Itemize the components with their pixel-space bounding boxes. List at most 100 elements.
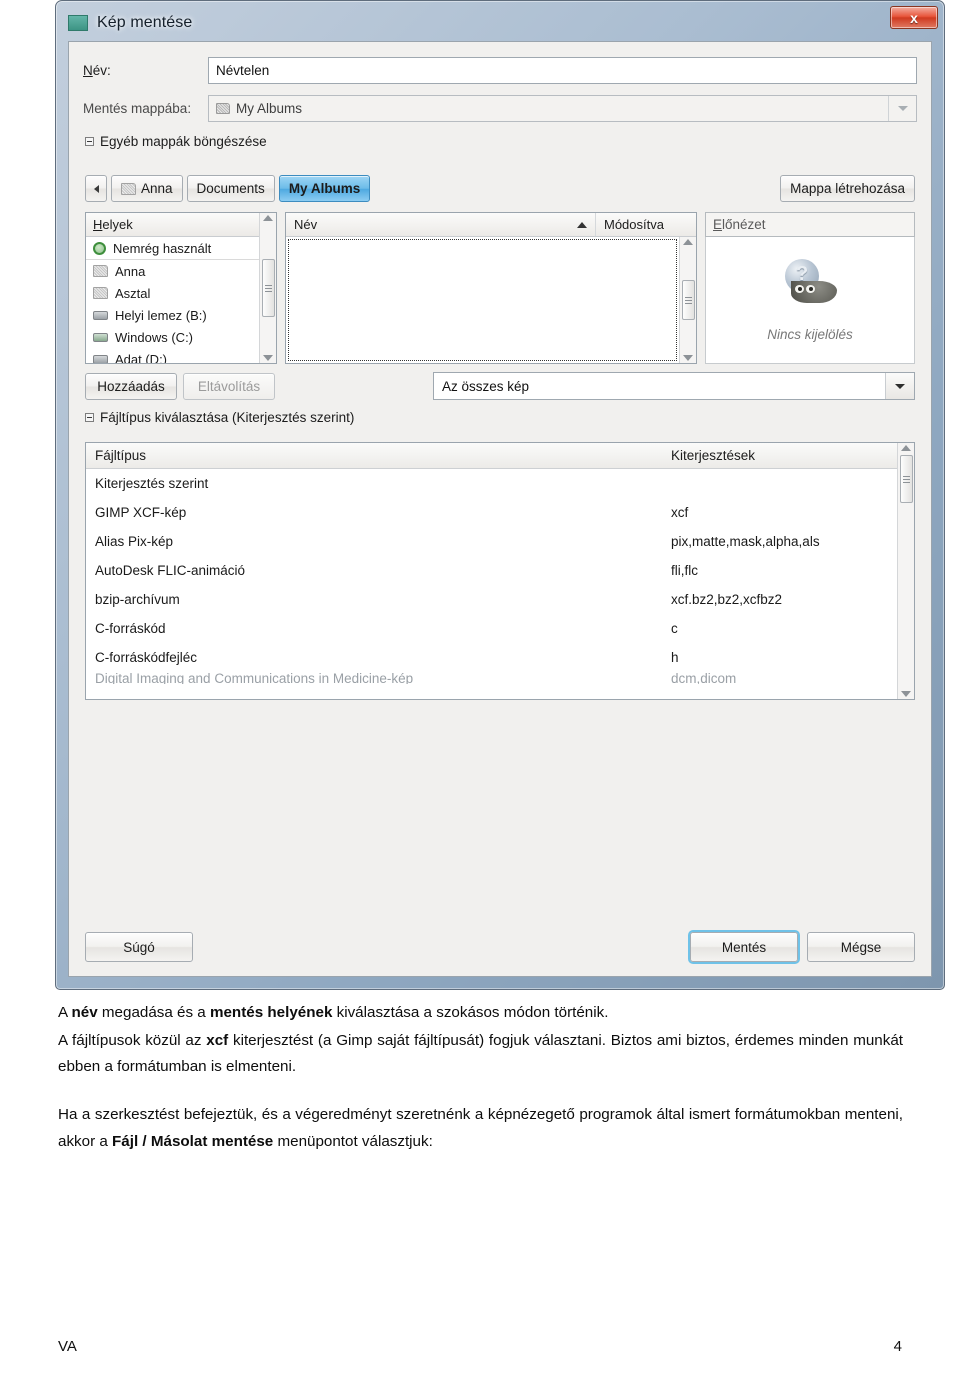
- place-item-adat-d[interactable]: Adat (D:): [86, 348, 259, 363]
- file-list-header: Név Módosítva: [286, 213, 696, 237]
- wilber-question-icon: ?: [779, 258, 841, 305]
- save-button[interactable]: Mentés: [690, 932, 798, 962]
- filetype-scrollbar[interactable]: [897, 443, 914, 699]
- place-item-recent[interactable]: Nemrég használt: [86, 237, 259, 259]
- filetype-name: Kiterjesztés szerint: [95, 476, 209, 491]
- name-input[interactable]: Névtelen: [208, 56, 917, 84]
- place-item-anna[interactable]: Anna: [86, 259, 259, 282]
- folder-icon: [93, 287, 108, 299]
- create-folder-button[interactable]: Mappa létrehozása: [780, 175, 915, 202]
- paragraph-3: Ha a szerkesztést befejeztük, és a véger…: [58, 1106, 903, 1150]
- folder-icon: [121, 182, 136, 195]
- folder-row: Mentés mappába: My Albums: [83, 94, 917, 122]
- filetype-expander-label: Fájltípus kiválasztása (Kiterjesztés sze…: [100, 410, 355, 425]
- filetype-ext: c: [671, 621, 678, 636]
- scroll-down-icon[interactable]: [901, 691, 911, 697]
- folder-combo[interactable]: My Albums: [208, 94, 917, 122]
- file-filter-combo[interactable]: Az összes kép: [433, 372, 915, 400]
- place-item-helyi-lemez-b[interactable]: Helyi lemez (B:): [86, 304, 259, 326]
- preview-empty-label: Nincs kijelölés: [767, 326, 853, 342]
- place-item-windows-c[interactable]: Windows (C:): [86, 326, 259, 348]
- document-body: A név megadása és a mentés helyének kivá…: [58, 1000, 903, 1157]
- place-label: Helyi lemez (B:): [115, 307, 207, 323]
- drive-icon: [93, 310, 108, 320]
- folder-icon: [93, 265, 108, 277]
- file-filter-value: Az összes kép: [442, 378, 530, 394]
- file-list-body: [286, 237, 696, 363]
- scroll-down-icon[interactable]: [263, 355, 273, 361]
- file-list-empty-area[interactable]: [288, 239, 677, 361]
- app-icon: [68, 15, 88, 31]
- title-bar: Kép mentése x: [60, 5, 940, 41]
- breadcrumb-label: Anna: [141, 181, 173, 196]
- table-row[interactable]: C-forráskód c: [86, 614, 897, 643]
- remove-bookmark-label: Eltávolítás: [197, 378, 261, 394]
- filetype-name: C-forráskódfejléc: [95, 650, 198, 665]
- paragraph-1: A név megadása és a mentés helyének kivá…: [58, 1004, 609, 1021]
- filetype-ext: xcf.bz2,bz2,xcfbz2: [671, 592, 783, 607]
- places-pane: Helyek Nemrég használt Anna Asztal Helyi…: [85, 212, 277, 364]
- scroll-down-icon[interactable]: [683, 355, 693, 361]
- browser-panes: Helyek Nemrég használt Anna Asztal Helyi…: [85, 212, 915, 364]
- add-bookmark-button[interactable]: Hozzáadás: [85, 372, 177, 400]
- scrollbar-thumb[interactable]: [261, 259, 275, 317]
- column-header-filetype[interactable]: Fájltípus: [86, 443, 662, 468]
- table-row[interactable]: GIMP XCF-kép xcf: [86, 498, 897, 527]
- cancel-label: Mégse: [840, 939, 882, 955]
- chevron-down-icon[interactable]: [885, 373, 914, 399]
- filetype-ext: h: [671, 650, 679, 665]
- help-label: Súgó: [123, 939, 155, 955]
- places-list: Helyek Nemrég használt Anna Asztal Helyi…: [86, 213, 259, 363]
- chevron-down-icon[interactable]: [888, 95, 916, 121]
- footer-page-number: 4: [893, 1338, 902, 1355]
- help-button[interactable]: Súgó: [85, 932, 193, 962]
- browse-folders-expander[interactable]: Egyéb mappák böngészése: [85, 134, 267, 149]
- sort-ascending-icon: [577, 221, 587, 228]
- scroll-up-icon[interactable]: [263, 215, 273, 221]
- dialog-client-area: Név: Névtelen Mentés mappába: My Albums …: [68, 41, 932, 977]
- column-header-modified[interactable]: Módosítva: [596, 213, 696, 236]
- browse-folders-label: Egyéb mappák böngészése: [100, 134, 267, 149]
- breadcrumb-item-my-albums[interactable]: My Albums: [278, 175, 371, 202]
- file-list-pane: Név Módosítva: [285, 212, 697, 364]
- remove-bookmark-button: Eltávolítás: [183, 372, 275, 400]
- table-row[interactable]: C-forráskódfejléc h: [86, 643, 897, 672]
- table-row[interactable]: bzip-archívum xcf.bz2,bz2,xcfbz2: [86, 585, 897, 614]
- filetype-name: bzip-archívum: [95, 592, 180, 607]
- place-label: Anna: [115, 263, 146, 279]
- scroll-up-icon[interactable]: [901, 445, 911, 451]
- window-title: Kép mentése: [97, 14, 193, 31]
- save-label: Mentés: [721, 939, 767, 955]
- scrollbar-thumb[interactable]: [899, 455, 913, 503]
- scroll-up-icon[interactable]: [683, 239, 693, 245]
- cancel-button[interactable]: Mégse: [807, 932, 915, 962]
- close-icon[interactable]: x: [890, 6, 938, 29]
- folder-combo-value-wrap: My Albums: [209, 101, 888, 116]
- place-label: Adat (D:): [115, 351, 168, 364]
- filetype-ext: dcm,dicom: [671, 672, 737, 684]
- column-header-extensions[interactable]: Kiterjesztések: [662, 443, 897, 468]
- filetype-expander[interactable]: Fájltípus kiválasztása (Kiterjesztés sze…: [85, 410, 354, 425]
- place-label: Nemrég használt: [113, 240, 212, 256]
- name-row: Név: Névtelen: [83, 56, 917, 84]
- file-list-scrollbar[interactable]: [679, 237, 696, 363]
- breadcrumb-item-anna[interactable]: Anna: [111, 175, 183, 202]
- column-header-name[interactable]: Név: [286, 213, 596, 236]
- name-label: Név:: [83, 62, 111, 78]
- filetype-name: GIMP XCF-kép: [95, 505, 187, 520]
- folder-label: Mentés mappába:: [83, 100, 192, 116]
- table-row[interactable]: Alias Pix-kép pix,matte,mask,alpha,als: [86, 527, 897, 556]
- places-scrollbar[interactable]: [259, 213, 276, 363]
- place-item-asztal[interactable]: Asztal: [86, 282, 259, 304]
- table-row[interactable]: AutoDesk FLIC-animáció fli,flc: [86, 556, 897, 585]
- filetype-name: Digital Imaging and Communications in Me…: [95, 672, 414, 684]
- footer-left: VA: [58, 1338, 77, 1355]
- table-row[interactable]: Digital Imaging and Communications in Me…: [86, 672, 897, 684]
- place-label: Windows (C:): [115, 329, 194, 345]
- breadcrumb-back-button[interactable]: [85, 175, 107, 202]
- table-row[interactable]: Kiterjesztés szerint: [86, 469, 897, 498]
- filter-row: Hozzáadás Eltávolítás Az összes kép: [85, 372, 915, 400]
- column-header-name-label: Név: [294, 217, 318, 232]
- breadcrumb-item-documents[interactable]: Documents: [186, 175, 275, 202]
- scrollbar-thumb[interactable]: [681, 280, 695, 320]
